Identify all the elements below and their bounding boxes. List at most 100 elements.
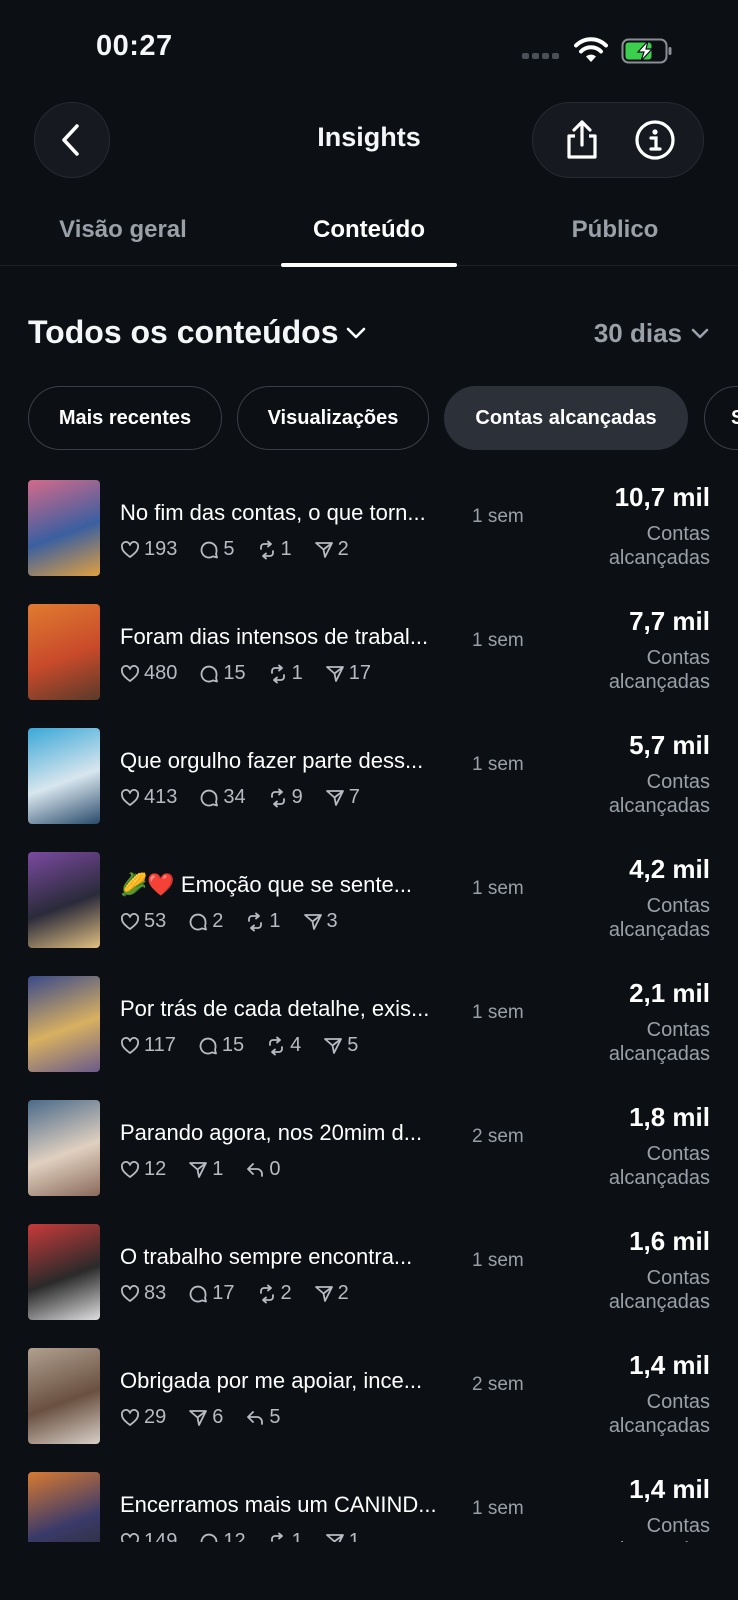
content-list: No fim das contas, o que torn... 1 sem 193…	[0, 478, 738, 1542]
metric-value: 0	[269, 1158, 281, 1180]
cellular-signal-icon	[522, 53, 559, 59]
accounts-reached-label: Contasalcançadas	[570, 646, 710, 694]
accounts-reached-value: 7,7 mil	[629, 606, 710, 636]
post-metrics: 193 5 1 2	[120, 538, 349, 561]
accounts-reached-value: 4,2 mil	[629, 854, 710, 884]
content-row[interactable]: Obrigada por me apoiar, ince... 2 sem 29 6 5…	[0, 1346, 738, 1470]
heart-icon	[120, 1160, 140, 1180]
metric-shares: 2	[314, 1282, 349, 1305]
content-row[interactable]: No fim das contas, o que torn... 1 sem 193…	[0, 478, 738, 602]
heart-icon	[120, 1408, 140, 1428]
post-caption: Encerramos mais um CANIND...	[120, 1492, 437, 1517]
post-age: 2 sem	[472, 1374, 524, 1395]
content-row[interactable]: Parando agora, nos 20mim d... 2 sem 12 1 0 1,…	[0, 1098, 738, 1222]
label-line-1: Contas	[646, 1019, 710, 1041]
metric-likes: 29	[120, 1406, 166, 1429]
label-line-2: alcançadas	[608, 1291, 710, 1313]
accounts-reached-value: 1,4 mil	[629, 1350, 710, 1380]
post-metrics: 83 17 2 2	[120, 1282, 349, 1305]
metric-likes: 480	[120, 662, 177, 685]
share-button[interactable]	[558, 116, 606, 164]
heart-icon	[120, 912, 140, 932]
metric-value: 3	[326, 910, 338, 932]
metric-shares: 1	[325, 1530, 360, 1542]
comment-icon	[188, 912, 208, 932]
active-tab-indicator	[281, 263, 457, 267]
metric-value: 117	[144, 1034, 176, 1056]
metric-shares: 2	[314, 538, 349, 561]
content-row[interactable]: Foram dias intensos de trabal... 1 sem 480…	[0, 602, 738, 726]
metric-value: 29	[144, 1406, 167, 1428]
repost-icon	[266, 1036, 286, 1056]
label-line-2: alcançadas	[608, 795, 710, 817]
metric-shares: 5	[323, 1034, 358, 1057]
metric-replies: 5	[245, 1406, 281, 1429]
comment-icon	[198, 1036, 218, 1056]
post-caption: Por trás de cada detalhe, exis...	[120, 996, 430, 1021]
post-age: 1 sem	[472, 1002, 524, 1023]
metric-shares: 7	[325, 786, 360, 809]
metric-reposts: 4	[266, 1034, 301, 1057]
info-button[interactable]	[631, 116, 679, 164]
chip-next[interactable]: S	[704, 386, 738, 450]
content-row[interactable]: 🌽❤️ Emoção que se sente... 1 sem 53 2 1 3 4,2 …	[0, 850, 738, 974]
repost-icon	[257, 1284, 277, 1304]
accounts-reached-value: 1,6 mil	[629, 1226, 710, 1256]
metric-value: 1	[291, 662, 303, 684]
metric-value: 15	[221, 1034, 245, 1056]
metric-reposts: 1	[268, 662, 303, 685]
accounts-reached-label: Contasalcançadas	[570, 894, 710, 942]
post-caption: Parando agora, nos 20mim d...	[120, 1120, 423, 1145]
label-line-1: Contas	[646, 1391, 710, 1413]
comment-icon	[188, 1284, 208, 1304]
status-bar: 00:27	[0, 0, 738, 100]
metric-value: 5	[269, 1406, 281, 1428]
metric-value: 5	[223, 538, 235, 560]
post-metrics: 12 1 0	[120, 1158, 281, 1181]
send-icon	[323, 1036, 343, 1056]
metric-likes: 117	[120, 1034, 176, 1057]
content-row[interactable]: Que orgulho fazer parte dess... 1 sem 413 3…	[0, 726, 738, 850]
post-caption: Foram dias intensos de trabal...	[120, 624, 429, 649]
content-row[interactable]: Por trás de cada detalhe, exis... 1 sem 11…	[0, 974, 738, 1098]
metric-shares: 3	[303, 910, 338, 933]
metric-likes: 413	[120, 786, 177, 809]
chip-most-recent[interactable]: Mais recentes	[28, 386, 222, 450]
content-type-dropdown[interactable]: Todos os conteúdos	[28, 314, 367, 351]
tab-audience[interactable]: Público	[540, 216, 690, 244]
chip-accounts-reached[interactable]: Contas alcançadas	[444, 386, 688, 450]
post-age: 1 sem	[472, 1498, 524, 1519]
accounts-reached-label: Contasalcançadas	[570, 1266, 710, 1314]
chevron-down-icon	[691, 328, 709, 338]
post-age: 1 sem	[472, 1250, 524, 1271]
chevron-down-icon	[346, 327, 365, 338]
accounts-reached-label: Contasalcançadas	[570, 1018, 710, 1066]
tab-overview[interactable]: Visão geral	[40, 216, 206, 244]
metric-reposts: 9	[268, 786, 303, 809]
content-type-label: Todos os conteúdos	[28, 314, 339, 350]
accounts-reached-value: 10,7 mil	[614, 482, 710, 512]
post-caption: No fim das contas, o que torn...	[120, 500, 426, 525]
metric-reposts: 2	[257, 1282, 292, 1305]
metric-comments: 5	[199, 538, 235, 561]
post-thumbnail	[28, 728, 100, 824]
battery-charging-icon	[621, 38, 672, 64]
date-range-dropdown[interactable]: 30 dias	[594, 318, 710, 349]
content-row[interactable]: Encerramos mais um CANIND... 1 sem 149 12 1 1…	[0, 1470, 738, 1542]
metric-value: 12	[223, 1530, 246, 1542]
info-icon	[634, 120, 675, 160]
content-section-header: Todos os conteúdos 30 dias	[28, 310, 710, 358]
heart-icon	[120, 540, 140, 560]
post-metrics: 117 15 4 5	[120, 1034, 358, 1057]
repost-icon	[268, 1532, 288, 1542]
content-row[interactable]: O trabalho sempre encontra... 1 sem 83 17 2 2…	[0, 1222, 738, 1346]
metric-comments: 2	[188, 910, 223, 933]
repost-icon	[257, 540, 277, 560]
metric-value: 53	[144, 910, 167, 932]
label-line-2: alcançadas	[608, 919, 710, 941]
metric-value: 2	[212, 910, 224, 932]
tab-content[interactable]: Conteúdo	[281, 216, 457, 244]
label-line-2: alcançadas	[608, 1043, 710, 1065]
chip-views[interactable]: Visualizações	[237, 386, 429, 450]
repost-icon	[268, 788, 288, 808]
